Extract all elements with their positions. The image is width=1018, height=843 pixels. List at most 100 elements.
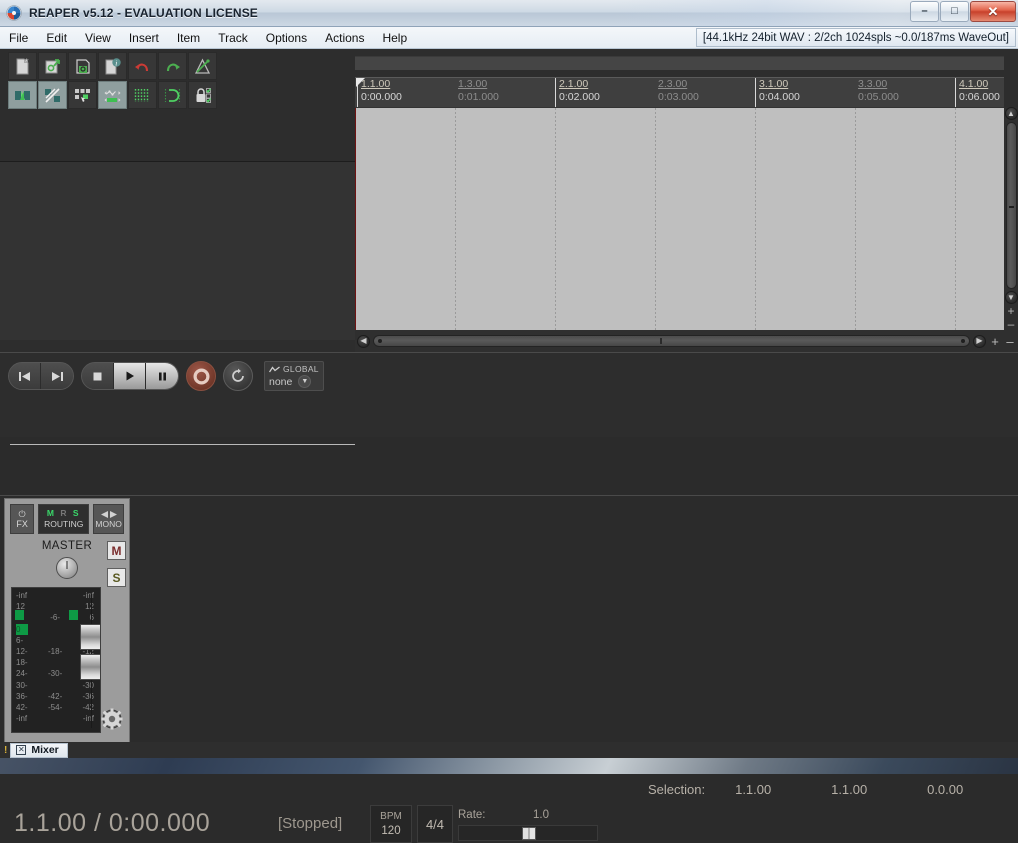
ruler-top-strip[interactable]	[355, 56, 1004, 70]
repeat-button[interactable]	[223, 361, 253, 391]
vertical-zoom-in-button[interactable]: +	[1005, 304, 1018, 317]
audio-device-status[interactable]: [44.1kHz 24bit WAV : 2/2ch 1024spls ~0.0…	[696, 28, 1016, 47]
open-project-icon[interactable]	[38, 52, 67, 80]
scroll-grip-dot	[378, 339, 382, 343]
new-project-icon[interactable]: *	[8, 52, 37, 80]
fx-button[interactable]: ⏻ FX	[10, 504, 34, 534]
ruler-mark[interactable]: 3.1.00 0:04.000	[755, 78, 800, 107]
timeline-ruler[interactable]: 1.1.00 0:00.000 1.3.00 0:01.000 2.1.00 0…	[355, 77, 1004, 107]
menu-help[interactable]: Help	[373, 28, 416, 48]
menu-actions[interactable]: Actions	[316, 28, 373, 48]
scroll-down-button[interactable]: ▼	[1005, 291, 1018, 304]
gear-icon[interactable]	[101, 708, 123, 730]
ruler-mark[interactable]: 4.1.00 0:06.000	[955, 78, 1000, 107]
meter-scale-tick: -inf	[16, 590, 28, 601]
power-icon: ⏻	[19, 509, 26, 519]
menu-item[interactable]: Item	[168, 28, 209, 48]
main-toolbar: *	[8, 52, 217, 109]
auto-crossfade-icon[interactable]	[38, 81, 67, 109]
repeat-mode-row: none ▼	[269, 375, 319, 388]
selection-label: Selection:	[648, 782, 705, 797]
grid-lines-icon[interactable]	[128, 81, 157, 109]
volume-fader-handle-secondary[interactable]	[80, 654, 101, 680]
lock-icon[interactable]	[188, 81, 217, 109]
track-control-panel[interactable]	[0, 161, 355, 340]
horizontal-zoom-out-button[interactable]: –	[1004, 335, 1016, 348]
solo-button[interactable]: S	[107, 568, 126, 587]
undo-icon[interactable]	[128, 52, 157, 80]
routing-button[interactable]: M R S ROUTING	[38, 504, 89, 534]
ruler-mark[interactable]: 2.3.00 0:03.000	[655, 78, 699, 107]
scroll-left-button[interactable]: ◀	[357, 335, 370, 348]
horizontal-zoom-in-button[interactable]: +	[989, 335, 1001, 348]
ruler-bar-label: 4.1.00	[959, 78, 1000, 91]
grid-line	[855, 108, 856, 330]
docker-tab-mixer[interactable]: ✕ Mixer	[10, 743, 67, 758]
repeat-mode-label: GLOBAL	[283, 364, 319, 374]
go-to-start-button[interactable]	[9, 363, 41, 389]
ruler-bar-label: 1.3.00	[458, 78, 499, 91]
vertical-scrollbar[interactable]: ▲ ▼ + –	[1004, 107, 1018, 330]
scroll-up-button[interactable]: ▲	[1005, 107, 1018, 120]
arrange-canvas[interactable]	[355, 107, 1004, 330]
time-signature-field[interactable]: 4/4	[417, 805, 453, 843]
chevron-right-icon: ▶	[976, 337, 982, 345]
minimize-button[interactable]: –	[910, 1, 939, 22]
meter-scale-tick	[48, 624, 62, 635]
pause-button[interactable]	[146, 363, 178, 389]
rate-slider[interactable]	[458, 825, 598, 841]
go-to-end-button[interactable]	[41, 363, 73, 389]
rate-slider-thumb[interactable]	[522, 827, 536, 840]
svg-text:*: *	[25, 57, 29, 67]
edit-cursor-handle[interactable]	[356, 78, 365, 87]
repeat-mode-control[interactable]: GLOBAL none ▼	[264, 361, 324, 391]
bpm-field[interactable]: BPM 120	[370, 805, 412, 843]
stop-button[interactable]	[82, 363, 114, 389]
menu-edit[interactable]: Edit	[37, 28, 76, 48]
mute-button[interactable]: M	[107, 541, 126, 560]
menu-insert[interactable]: Insert	[120, 28, 168, 48]
menu-view[interactable]: View	[76, 28, 120, 48]
pan-knob[interactable]	[56, 557, 78, 579]
selection-start[interactable]: 1.1.00	[735, 782, 831, 797]
crossfade-icon[interactable]	[8, 81, 37, 109]
chevron-down-icon: ▼	[1007, 294, 1015, 302]
ruler-bar-label: 2.3.00	[658, 78, 699, 91]
maximize-button[interactable]: □	[940, 1, 969, 22]
item-grouping-icon[interactable]	[68, 81, 97, 109]
snap-to-grid-icon[interactable]	[158, 81, 187, 109]
ruler-mark[interactable]: 2.1.00 0:02.000	[555, 78, 600, 107]
close-button[interactable]: ✕	[970, 1, 1016, 22]
selection-length[interactable]: 0.0.00	[927, 782, 1018, 797]
menu-file[interactable]: File	[0, 28, 37, 48]
vertical-zoom-out-button[interactable]: –	[1005, 317, 1018, 330]
play-button[interactable]	[114, 363, 146, 389]
close-icon[interactable]: ✕	[16, 745, 26, 755]
scroll-right-button[interactable]: ▶	[973, 335, 986, 348]
envelope-icon[interactable]	[188, 52, 217, 80]
ruler-mark[interactable]: 3.3.00 0:05.000	[855, 78, 899, 107]
horizontal-scrollbar[interactable]: ◀ ▶ + –	[355, 330, 1018, 352]
docker-taskbar: ! ✕ Mixer	[0, 742, 1018, 758]
ruler-bar-label: 2.1.00	[559, 78, 600, 91]
record-button[interactable]	[186, 361, 216, 391]
mono-button[interactable]: MONO	[93, 504, 124, 534]
ruler-time-label: 0:03.000	[658, 91, 699, 104]
save-project-icon[interactable]	[68, 52, 97, 80]
menu-options[interactable]: Options	[257, 28, 316, 48]
automation-items-icon[interactable]	[98, 81, 127, 109]
project-settings-icon[interactable]: i	[98, 52, 127, 80]
horizontal-scroll-thumb[interactable]	[373, 335, 970, 347]
ruler-bar-label: 3.1.00	[759, 78, 800, 91]
redo-icon[interactable]	[158, 52, 187, 80]
chevron-down-icon[interactable]: ▼	[298, 375, 311, 388]
playhead-time-display[interactable]: 1.1.00 / 0:00.000	[14, 809, 210, 838]
volume-fader-handle[interactable]	[80, 624, 101, 650]
meter-scale-tick: -54-	[48, 702, 62, 713]
ruler-mark[interactable]: 1.3.00 0:01.000	[455, 78, 499, 107]
master-meter-panel[interactable]: -inf12606-12-18-24-30-36-42--inf -6--18-…	[11, 587, 101, 733]
menu-track[interactable]: Track	[209, 28, 257, 48]
vertical-scroll-thumb[interactable]	[1006, 122, 1017, 289]
grid-line	[655, 108, 656, 330]
selection-end[interactable]: 1.1.00	[831, 782, 927, 797]
